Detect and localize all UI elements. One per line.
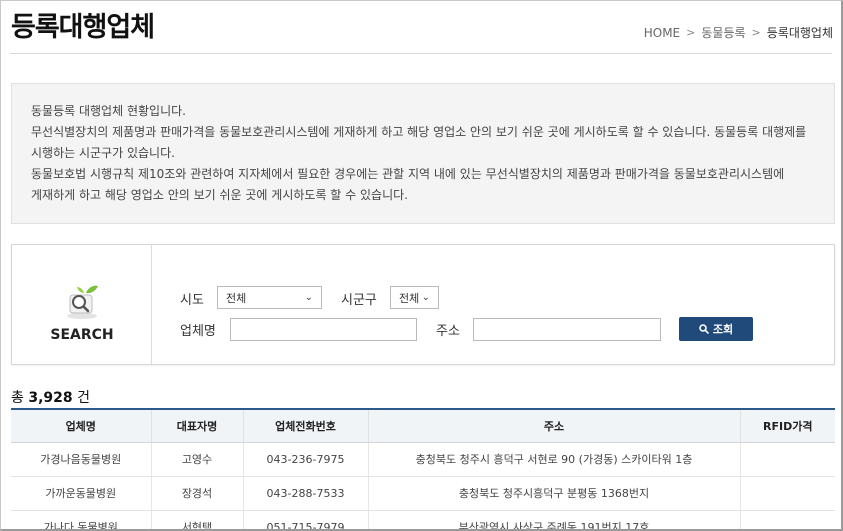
cell-phone: 043-288-7533	[243, 476, 369, 511]
company-table: 업체명 대표자명 업체전화번호 주소 RFID가격 가경나음동물병원 고영수 0…	[11, 408, 835, 529]
notice-line: 동물보호법 시행규칙 제10조와 관련하여 지자체에서 필요한 경우에는 관할 …	[31, 167, 785, 181]
cell-phone: 043-236-7975	[243, 442, 369, 477]
result-count-prefix: 총	[11, 390, 24, 406]
search-button-label: 조회	[712, 323, 734, 336]
sigungu-selected-value: 전체	[399, 291, 420, 305]
search-label: SEARCH	[50, 327, 114, 343]
cell-company[interactable]: 가경나음동물병원	[11, 442, 152, 477]
notice-line: 게재하게 하고 해당 영업소 안의 보기 쉬운 곳에 게시하도록 할 수 있습니…	[31, 188, 408, 202]
cell-address: 부산광역시 사상구 주례동 191번지 17호	[368, 510, 741, 529]
cell-rfid-price	[740, 442, 835, 477]
result-count: 총 3,928 건	[11, 387, 90, 407]
table-row[interactable]: 가까운동물병원 장경석 043-288-7533 충청북도 청주시흥덕구 분평동…	[11, 476, 835, 511]
cell-representative: 장경석	[151, 476, 244, 511]
breadcrumb-animal-registration[interactable]: 동물등록	[701, 24, 745, 41]
cell-company[interactable]: 가까운동물병원	[11, 476, 152, 511]
cell-representative: 고영수	[151, 442, 244, 477]
company-name-label: 업체명	[180, 324, 216, 339]
table-row[interactable]: 가경나음동물병원 고영수 043-236-7975 충청북도 청주시 흥덕구 서…	[11, 442, 835, 477]
column-header-address[interactable]: 주소	[368, 408, 741, 443]
address-input[interactable]	[473, 318, 661, 341]
column-header-representative[interactable]: 대표자명	[151, 408, 244, 443]
notice-line: 동물등록 대행업체 현황입니다.	[31, 104, 186, 118]
breadcrumb-current[interactable]: 등록대행업체	[767, 24, 833, 41]
column-header-phone[interactable]: 업체전화번호	[243, 408, 369, 443]
chevron-right-icon: >	[686, 26, 696, 39]
breadcrumb: HOME > 동물등록 > 등록대행업체	[644, 24, 833, 41]
notice-box: 동물등록 대행업체 현황입니다. 무선식별장치의 제품명과 판매가격을 동물보호…	[11, 83, 835, 224]
notice-line: 시행하는 시군구가 있습니다.	[31, 146, 175, 160]
sigungu-select[interactable]: 전체 ⌄	[390, 286, 439, 309]
breadcrumb-home[interactable]: HOME	[644, 26, 680, 40]
page-title: 등록대행업체	[11, 12, 155, 43]
column-header-rfid-price[interactable]: RFID가격	[740, 408, 835, 443]
cell-rfid-price	[740, 510, 835, 529]
cell-company[interactable]: 가나다 동물병원	[11, 510, 152, 529]
page-frame: 등록대행업체 HOME > 동물등록 > 등록대행업체 동물등록 대행업체 현황…	[0, 0, 843, 531]
table-header-row: 업체명 대표자명 업체전화번호 주소 RFID가격	[11, 408, 835, 443]
address-label: 주소	[436, 324, 460, 339]
search-panel: SEARCH 시도 전체 ⌄ 시군구 전체 ⌄ 업체명 주소 조회	[11, 244, 835, 365]
sido-select[interactable]: 전체 ⌄	[217, 286, 322, 309]
company-name-input[interactable]	[230, 318, 417, 341]
search-icon	[699, 324, 709, 334]
table-row[interactable]: 가나다 동물병원 서혁택 051-715-7979 부산광역시 사상구 주례동 …	[11, 510, 835, 529]
search-badge: SEARCH	[12, 245, 152, 364]
search-button[interactable]: 조회	[679, 317, 753, 341]
chevron-down-icon: ⌄	[421, 292, 430, 303]
cell-rfid-price	[740, 476, 835, 511]
sigungu-label: 시군구	[341, 293, 377, 308]
cell-address: 충청북도 청주시 흥덕구 서현로 90 (가경동) 스카이타워 1층	[368, 442, 741, 477]
cell-representative: 서혁택	[151, 510, 244, 529]
cell-address: 충청북도 청주시흥덕구 분평동 1368번지	[368, 476, 741, 511]
magnifier-leaf-icon	[62, 281, 102, 321]
column-header-company[interactable]: 업체명	[11, 408, 152, 443]
chevron-right-icon: >	[751, 26, 761, 39]
cell-phone: 051-715-7979	[243, 510, 369, 529]
sido-label: 시도	[180, 293, 204, 308]
title-divider	[10, 53, 832, 54]
chevron-down-icon: ⌄	[304, 292, 313, 303]
sido-selected-value: 전체	[226, 291, 247, 305]
result-count-number: 3,928	[28, 390, 73, 406]
result-count-suffix: 건	[77, 390, 90, 406]
notice-line: 무선식별장치의 제품명과 판매가격을 동물보호관리시스템에 게재하게 하고 해당…	[31, 125, 807, 139]
